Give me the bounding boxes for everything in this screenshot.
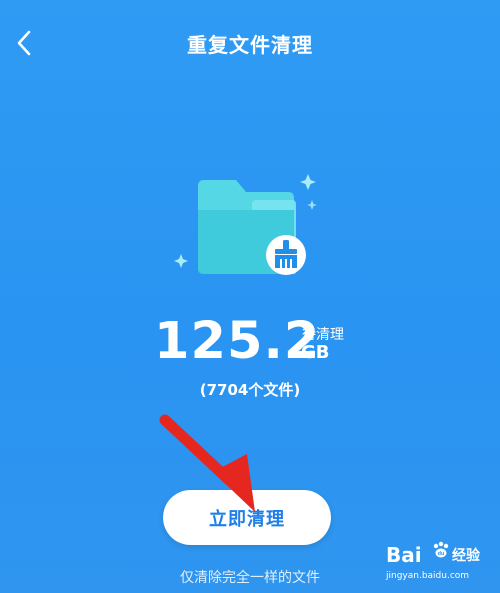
amount-value: 125.2 [154, 312, 321, 371]
folder-illustration [160, 160, 330, 290]
baidu-jingyan-watermark: Bai du 经验 jingyan.baidu.com [382, 537, 496, 589]
folder-broom-icon [174, 174, 317, 275]
paw-icon: du [433, 541, 449, 558]
watermark-jingyan: 经验 [452, 548, 480, 564]
sparkle-icon [300, 174, 316, 190]
amount-status: 待清理 [302, 327, 344, 343]
watermark-brand: Bai [386, 543, 422, 567]
amount-unit: GB [301, 342, 330, 363]
page-title: 重复文件清理 [187, 33, 313, 57]
sparkle-icon [174, 254, 188, 268]
pending-amount: 125.2 待清理 GB [0, 312, 500, 372]
watermark-url: jingyan.baidu.com [386, 571, 470, 581]
paw-text: du [438, 551, 445, 557]
header: 重复文件清理 [0, 0, 500, 86]
sparkle-icon [307, 200, 317, 210]
file-count: (7704个文件) [199, 381, 301, 399]
red-arrow-annotation [159, 414, 255, 512]
